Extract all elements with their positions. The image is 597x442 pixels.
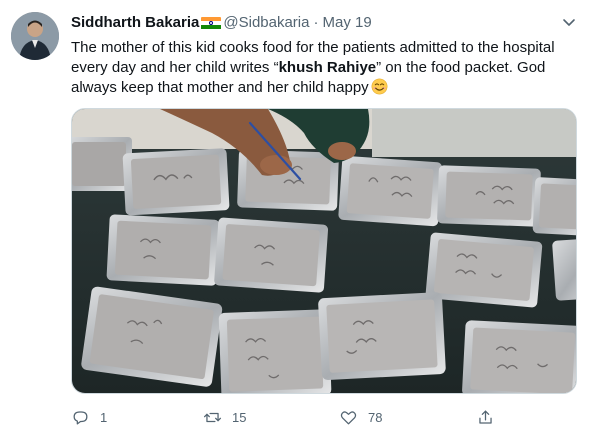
tweet-text: The mother of this kid cooks food for th…	[71, 38, 586, 98]
share-icon	[479, 410, 492, 424]
retweet-count: 15	[232, 409, 247, 425]
food-packet	[72, 137, 132, 191]
author-avatar[interactable]	[11, 12, 59, 60]
food-packets-photo	[72, 109, 576, 393]
reply-icon	[73, 410, 88, 424]
separator-dot: ·	[313, 14, 319, 31]
reply-button[interactable]: 1	[71, 404, 107, 430]
more-options-button[interactable]	[559, 12, 579, 32]
author-display-name[interactable]: Siddharth Bakaria	[71, 13, 199, 33]
avatar-image	[11, 12, 59, 60]
tweet-card[interactable]: Siddharth Bakaria @Sidbakaria · May 19 T…	[0, 0, 597, 442]
india-flag-icon	[201, 16, 222, 30]
retweet-button[interactable]: 15	[203, 404, 246, 430]
chevron-down-icon	[563, 19, 575, 26]
tweet-date[interactable]: May 19	[322, 13, 371, 33]
tweet-photo[interactable]	[71, 108, 577, 394]
reply-count: 1	[100, 409, 108, 425]
author-handle[interactable]: @Sidbakaria	[223, 13, 309, 33]
like-count: 78	[368, 409, 383, 425]
retweet-icon	[203, 412, 222, 422]
share-button[interactable]	[476, 404, 495, 430]
tweet-header: Siddharth Bakaria @Sidbakaria · May 19	[71, 13, 372, 33]
heart-icon	[340, 410, 357, 424]
like-button[interactable]: 78	[339, 404, 382, 430]
tweet-actions: 1 15 78	[71, 404, 511, 430]
tweet-text-bold: khush Rahiye	[278, 59, 377, 76]
smiling-face-emoji-icon	[371, 78, 388, 95]
